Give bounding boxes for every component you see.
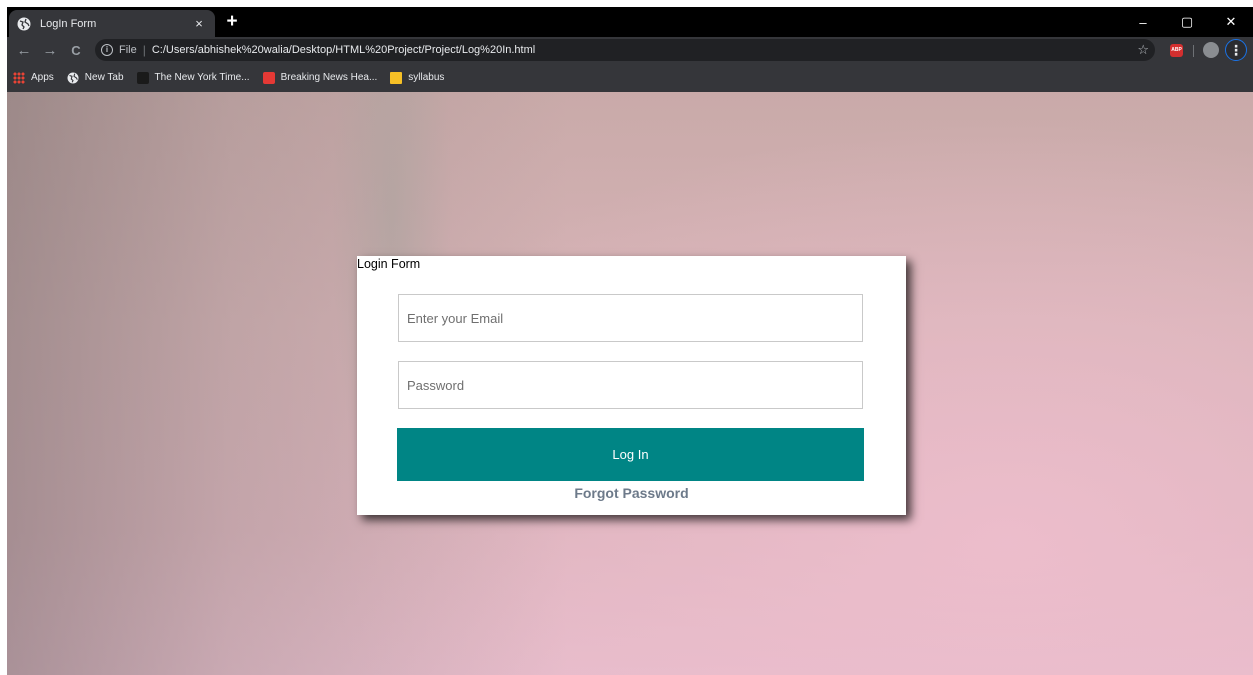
address-bar[interactable]: i File | C:/Users/abhishek%20walia/Deskt… (95, 39, 1155, 61)
email-field[interactable] (398, 294, 863, 342)
minimize-button[interactable]: – (1121, 7, 1165, 37)
apps-grid-icon (13, 71, 25, 84)
globe-icon (17, 17, 31, 30)
toolbar-divider (1193, 45, 1194, 57)
window-controls: – ▢ ✕ (1121, 7, 1253, 37)
maximize-button[interactable]: ▢ (1165, 7, 1209, 37)
globe-icon (67, 72, 79, 83)
login-form-title: Login Form (357, 257, 421, 271)
forward-button[interactable]: → (41, 41, 59, 59)
nyt-icon (136, 71, 149, 84)
back-button[interactable]: ← (15, 41, 33, 59)
bookmark-syllabus[interactable]: syllabus (390, 71, 445, 84)
adblock-extension-icon[interactable]: ABP (1170, 44, 1183, 57)
info-icon[interactable]: i (101, 44, 113, 56)
bookmark-nyt[interactable]: The New York Time... (136, 71, 250, 84)
bookmark-breaking-news[interactable]: Breaking News Hea... (262, 71, 378, 84)
tab-title: LogIn Form (40, 17, 97, 30)
bookmark-label: The New York Time... (154, 72, 250, 83)
forgot-password-link[interactable]: Forgot Password (357, 485, 906, 501)
password-field[interactable] (398, 361, 863, 409)
login-button[interactable]: Log In (397, 428, 864, 481)
bookmark-star-icon[interactable]: ☆ (1137, 42, 1149, 58)
browser-menu-button[interactable]: ⋮ (1225, 39, 1247, 61)
tab-strip: LogIn Form × + – ▢ ✕ (7, 7, 1253, 37)
bookmark-label: syllabus (408, 72, 445, 83)
url-scheme: File (119, 44, 137, 56)
folder-icon (390, 71, 403, 84)
close-window-button[interactable]: ✕ (1209, 7, 1253, 37)
tab-close-icon[interactable]: × (191, 16, 207, 31)
login-form-card: Login Form Log In Forgot Password (357, 256, 906, 515)
url-text[interactable]: C:/Users/abhishek%20walia/Desktop/HTML%2… (152, 44, 535, 56)
profile-avatar[interactable] (1203, 42, 1219, 58)
bookmark-label: Breaking News Hea... (280, 72, 378, 83)
bookmark-label: New Tab (84, 72, 124, 83)
bookmark-apps[interactable]: Apps (13, 71, 54, 84)
bookmark-label: Apps (31, 72, 54, 83)
bookmark-new-tab[interactable]: New Tab (67, 72, 124, 84)
browser-toolbar: ← → C i File | C:/Users/abhishek%20walia… (7, 37, 1253, 63)
reload-button[interactable]: C (67, 41, 85, 59)
new-tab-button[interactable]: + (222, 11, 242, 33)
url-separator: | (142, 43, 146, 57)
bookmarks-bar: Apps New Tab The New York Time... Breaki… (7, 63, 1253, 92)
news-icon (262, 71, 275, 84)
browser-tab[interactable]: LogIn Form × (9, 10, 215, 37)
browser-chrome: LogIn Form × + – ▢ ✕ ← → C i File | C:/U… (7, 7, 1253, 92)
